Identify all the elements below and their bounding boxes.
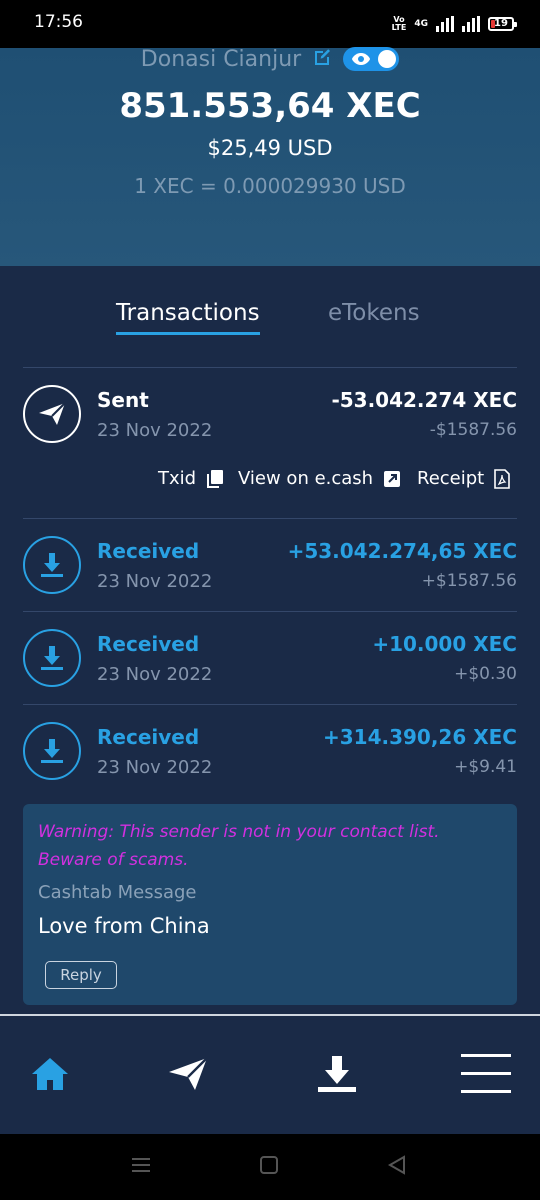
copy-icon xyxy=(207,469,224,488)
scam-warning: Warning: This sender is not in your cont… xyxy=(38,822,440,870)
tx-fiat: +$9.41 xyxy=(454,757,517,777)
transaction-row[interactable]: Sent 23 Nov 2022 -53.042.274 XEC -$1587.… xyxy=(0,368,540,460)
system-nav-bar xyxy=(0,1134,540,1200)
network-type: 4G xyxy=(414,19,428,29)
back-icon[interactable] xyxy=(386,1154,408,1180)
tx-amount: +314.390,26 XEC xyxy=(322,725,517,749)
wallet-name: Donasi Cianjur xyxy=(140,46,302,72)
tx-fiat: -$1587.56 xyxy=(429,420,517,440)
send-icon xyxy=(23,385,81,443)
home-button-icon[interactable] xyxy=(258,1154,280,1180)
message-text: Love from China xyxy=(38,914,210,938)
view-on-ecash-link[interactable]: View on e.cash xyxy=(238,468,401,489)
signal-icon xyxy=(436,16,454,32)
recent-apps-icon[interactable] xyxy=(130,1154,152,1180)
tx-amount: +53.042.274,65 XEC xyxy=(287,539,517,563)
balance-usd: $25,49 USD xyxy=(207,136,333,160)
tx-actions: Txid View on e.cash Receipt xyxy=(0,462,540,498)
tx-type: Received xyxy=(97,725,200,749)
transaction-row[interactable]: Received 23 Nov 2022 +314.390,26 XEC +$9… xyxy=(0,705,540,797)
tx-date: 23 Nov 2022 xyxy=(97,420,213,441)
tx-fiat: +$1587.56 xyxy=(421,571,517,591)
eye-icon xyxy=(352,53,371,65)
cashtab-message-box: Warning: This sender is not in your cont… xyxy=(23,804,517,1005)
bottom-nav xyxy=(0,1014,540,1134)
send-icon[interactable] xyxy=(158,1050,218,1098)
battery-icon: 19 xyxy=(488,17,517,31)
download-icon xyxy=(23,629,81,687)
tx-date: 23 Nov 2022 xyxy=(97,664,213,685)
tx-amount: -53.042.274 XEC xyxy=(331,388,517,412)
download-icon xyxy=(23,722,81,780)
menu-icon[interactable] xyxy=(456,1050,516,1098)
txid-button[interactable]: Txid xyxy=(158,468,224,489)
status-time: 17:56 xyxy=(34,12,83,32)
receive-icon[interactable] xyxy=(307,1050,367,1098)
tx-type: Received xyxy=(97,632,200,656)
tx-type: Sent xyxy=(97,388,149,412)
external-link-icon xyxy=(384,470,401,487)
wallet-row: Donasi Cianjur xyxy=(0,44,540,74)
balance-xec: 851.553,64 XEC xyxy=(119,86,421,126)
message-label: Cashtab Message xyxy=(38,882,197,903)
signal-icon-2 xyxy=(462,16,480,32)
reply-button[interactable]: Reply xyxy=(45,961,117,989)
transaction-row[interactable]: Received 23 Nov 2022 +10.000 XEC +$0.30 xyxy=(0,612,540,704)
tab-transactions[interactable]: Transactions xyxy=(116,300,260,335)
home-icon[interactable] xyxy=(20,1050,80,1098)
exchange-rate: 1 XEC = 0.000029930 USD xyxy=(134,174,406,198)
tx-fiat: +$0.30 xyxy=(454,664,517,684)
tx-type: Received xyxy=(97,539,200,563)
download-icon xyxy=(23,536,81,594)
tx-date: 23 Nov 2022 xyxy=(97,757,213,778)
status-bar: 17:56 Vo LTE 4G 19 xyxy=(0,0,540,48)
edit-icon[interactable] xyxy=(311,46,333,72)
volte-icon: Vo LTE xyxy=(391,15,407,32)
balance-visibility-toggle[interactable] xyxy=(343,47,400,71)
receipt-button[interactable]: Receipt xyxy=(417,468,511,489)
pdf-icon xyxy=(494,468,511,489)
tab-etokens[interactable]: eTokens xyxy=(328,300,420,326)
balance-header: Donasi Cianjur 851.553,64 XEC $25,49 USD… xyxy=(0,47,540,266)
tx-amount: +10.000 XEC xyxy=(372,632,517,656)
status-icons: Vo LTE 4G 19 xyxy=(391,14,517,34)
transaction-row[interactable]: Received 23 Nov 2022 +53.042.274,65 XEC … xyxy=(0,519,540,611)
tx-date: 23 Nov 2022 xyxy=(97,571,213,592)
